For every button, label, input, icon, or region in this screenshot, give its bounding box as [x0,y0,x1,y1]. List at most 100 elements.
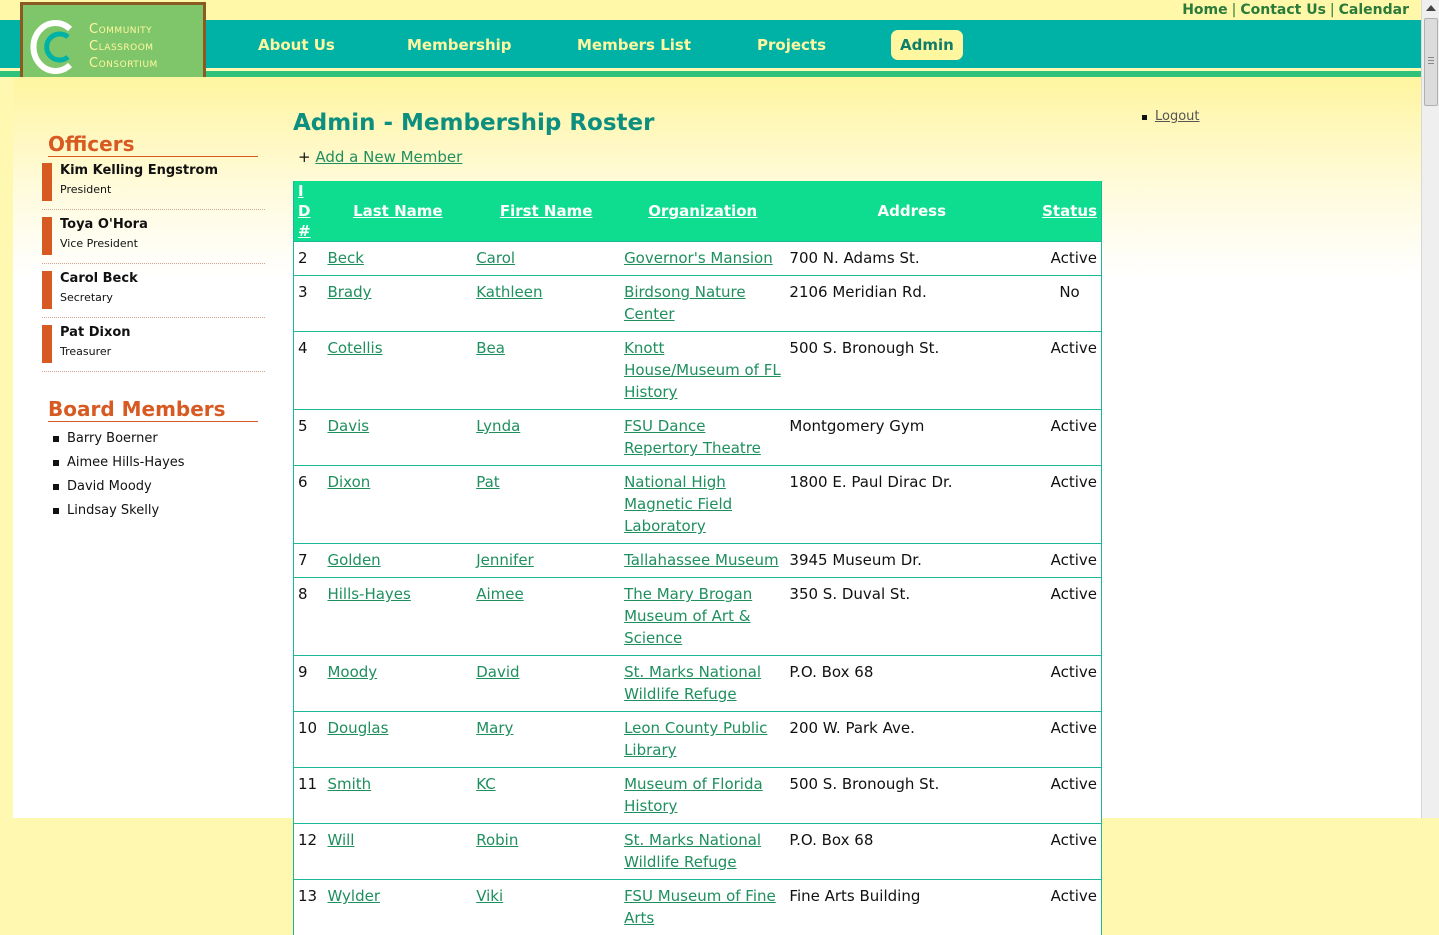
organization-link[interactable]: The Mary Brogan Museum of Art & Science [624,585,752,647]
home-link[interactable]: Home [1182,2,1227,18]
officer-marker [42,217,52,255]
page-title: Admin - Membership Roster [293,110,654,136]
cell-address: Fine Arts Building [785,880,1038,935]
contact-us-link[interactable]: Contact Us [1240,2,1326,18]
sort-status-link[interactable]: Status [1042,202,1097,220]
logout-link[interactable]: Logout [1155,109,1200,124]
first-name-link[interactable]: David [476,663,519,681]
col-last-name-header[interactable]: Last Name [323,181,472,242]
sort-organization-link[interactable]: Organization [648,202,757,220]
nav-members-list[interactable]: Members List [577,30,691,60]
col-status-header[interactable]: Status [1038,181,1101,242]
vertical-scrollbar[interactable] [1421,0,1439,818]
sort-first-name-link[interactable]: First Name [500,202,593,220]
cell-address: 500 S. Bronough St. [785,768,1038,824]
officer-marker [42,325,52,363]
cell-status: Active [1038,712,1101,768]
first-name-link[interactable]: Robin [476,831,518,849]
calendar-link[interactable]: Calendar [1339,2,1409,18]
cell-status: Active [1038,656,1101,712]
organization-link[interactable]: Tallahassee Museum [624,551,779,569]
bullet-icon [53,436,59,442]
first-name-link[interactable]: Jennifer [476,551,534,569]
grip-line [1428,60,1434,61]
cell-address: 350 S. Duval St. [785,578,1038,656]
nav-admin[interactable]: Admin [891,30,963,60]
organization-link[interactable]: National High Magnetic Field Laboratory [624,473,732,535]
first-name-link[interactable]: Aimee [476,585,524,603]
last-name-link[interactable]: Golden [327,551,380,569]
bullet-icon [53,460,59,466]
officer-role: President [60,183,111,196]
organization-link[interactable]: St. Marks National Wildlife Refuge [624,663,761,703]
add-member-row: + Add a New Member [298,148,462,166]
col-id-header[interactable]: ID # [294,181,324,242]
organization-link[interactable]: FSU Museum of Fine Arts [624,887,776,927]
nav-membership[interactable]: Membership [407,30,512,60]
cell-address: 700 N. Adams St. [785,242,1038,276]
first-name-link[interactable]: Pat [476,473,499,491]
officer-name: Pat Dixon [60,325,131,340]
officer-marker [42,163,52,201]
logo-cc-icon [30,17,82,77]
col-first-name-header[interactable]: First Name [472,181,620,242]
last-name-link[interactable]: Douglas [327,719,388,737]
first-name-link[interactable]: Viki [476,887,503,905]
add-member-link[interactable]: Add a New Member [315,148,462,166]
nav-projects[interactable]: Projects [757,30,826,60]
first-name-link[interactable]: Kathleen [476,283,542,301]
scroll-up-icon[interactable] [1426,5,1436,11]
first-name-link[interactable]: Bea [476,339,505,357]
first-name-link[interactable]: KC [476,775,496,793]
cell-id: 3 [294,276,324,332]
last-name-link[interactable]: Wylder [327,887,380,905]
col-organization-header[interactable]: Organization [620,181,785,242]
officer-name: Kim Kelling Engstrom [60,163,218,178]
cell-id: 13 [294,880,324,935]
organization-link[interactable]: Birdsong Nature Center [624,283,746,323]
nav-about-us[interactable]: About Us [258,30,335,60]
cell-address: Montgomery Gym [785,410,1038,466]
nav-bar [0,20,1422,68]
last-name-link[interactable]: Moody [327,663,377,681]
cell-status: No [1038,276,1101,332]
last-name-link[interactable]: Cotellis [327,339,382,357]
last-name-link[interactable]: Davis [327,417,369,435]
last-name-link[interactable]: Smith [327,775,371,793]
cell-status: Active [1038,410,1101,466]
scrollbar-thumb[interactable] [1424,18,1438,106]
bullet-icon [53,484,59,490]
cell-status: Active [1038,242,1101,276]
last-name-link[interactable]: Beck [327,249,363,267]
plus-icon: + [298,148,311,166]
cell-id: 11 [294,768,324,824]
officer-marker [42,271,52,309]
table-header-row: ID # Last Name First Name Organization A… [294,181,1102,242]
organization-link[interactable]: Leon County Public Library [624,719,767,759]
first-name-link[interactable]: Lynda [476,417,520,435]
table-row: 3 Brady Kathleen Birdsong Nature Center … [294,276,1102,332]
last-name-link[interactable]: Hills-Hayes [327,585,410,603]
first-name-link[interactable]: Mary [476,719,513,737]
officer-item: Kim Kelling Engstrom President [42,161,265,210]
first-name-link[interactable]: Carol [476,249,515,267]
organization-link[interactable]: FSU Dance Repertory Theatre [624,417,761,457]
organization-link[interactable]: St. Marks National Wildlife Refuge [624,831,761,871]
cell-address: P.O. Box 68 [785,656,1038,712]
last-name-link[interactable]: Dixon [327,473,370,491]
last-name-link[interactable]: Brady [327,283,371,301]
officers-heading: Officers [48,132,258,157]
officer-name: Carol Beck [60,271,138,286]
cell-status: Active [1038,544,1101,578]
sort-id-link[interactable]: ID # [298,181,312,241]
sort-last-name-link[interactable]: Last Name [353,202,442,220]
organization-link[interactable]: Governor's Mansion [624,249,773,267]
last-name-link[interactable]: Will [327,831,354,849]
officer-role: Vice President [60,237,138,250]
table-row: 13 Wylder Viki FSU Museum of Fine Arts F… [294,880,1102,935]
organization-link[interactable]: Museum of Florida History [624,775,763,815]
utility-links: Home|Contact Us|Calendar [1182,2,1409,18]
bullet-icon [53,508,59,514]
cell-id: 12 [294,824,324,880]
organization-link[interactable]: Knott House/Museum of FL History [624,339,781,401]
